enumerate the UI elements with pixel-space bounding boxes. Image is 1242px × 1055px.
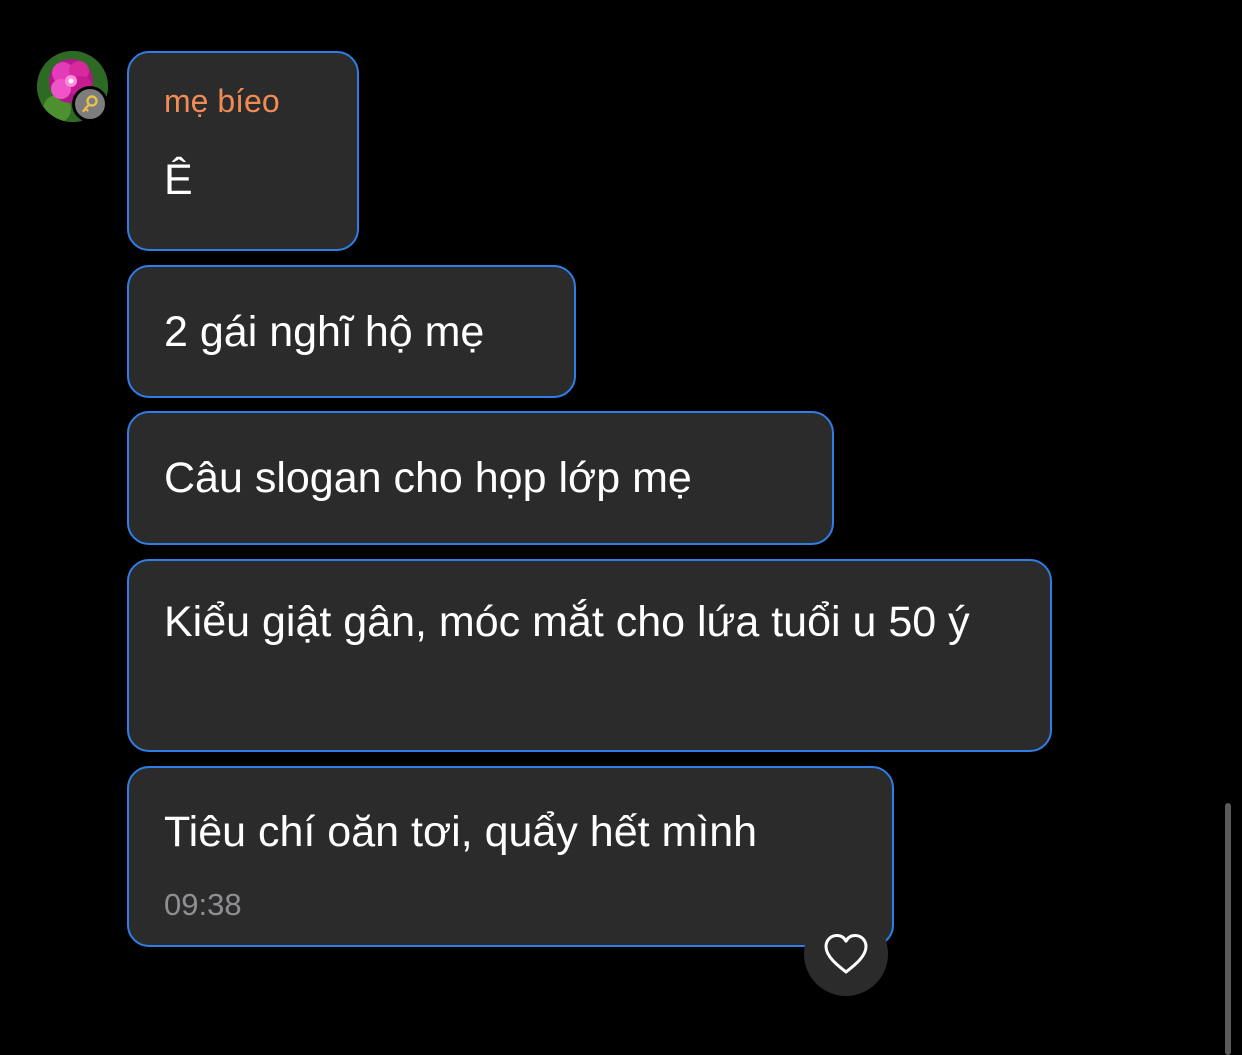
scrollbar[interactable] <box>1225 803 1231 1055</box>
message-bubble[interactable]: mẹ bíeo Ê <box>127 51 359 251</box>
message-text: Tiêu chí oăn tơi, quẩy hết mình <box>164 808 758 856</box>
message-bubble[interactable]: 2 gái nghĩ hộ mẹ <box>127 265 576 398</box>
message-text: Ê <box>164 156 193 204</box>
sender-name[interactable]: mẹ bíeo <box>164 83 280 120</box>
message-bubble[interactable]: Câu slogan cho họp lớp mẹ <box>127 411 834 545</box>
message-bubble[interactable]: Kiểu giật gân, móc mắt cho lứa tuổi u 50… <box>127 559 1052 752</box>
key-icon <box>82 95 98 113</box>
message-timestamp: 09:38 <box>164 887 242 922</box>
message-text: Kiểu giật gân, móc mắt cho lứa tuổi u 50… <box>164 598 970 646</box>
message-text: 2 gái nghĩ hộ mẹ <box>164 308 485 356</box>
heart-icon <box>824 934 868 974</box>
react-heart-button[interactable] <box>804 912 888 996</box>
message-text: Câu slogan cho họp lớp mẹ <box>164 454 692 502</box>
message-bubble[interactable]: Tiêu chí oăn tơi, quẩy hết mình 09:38 <box>127 766 894 947</box>
admin-key-badge <box>72 86 108 122</box>
